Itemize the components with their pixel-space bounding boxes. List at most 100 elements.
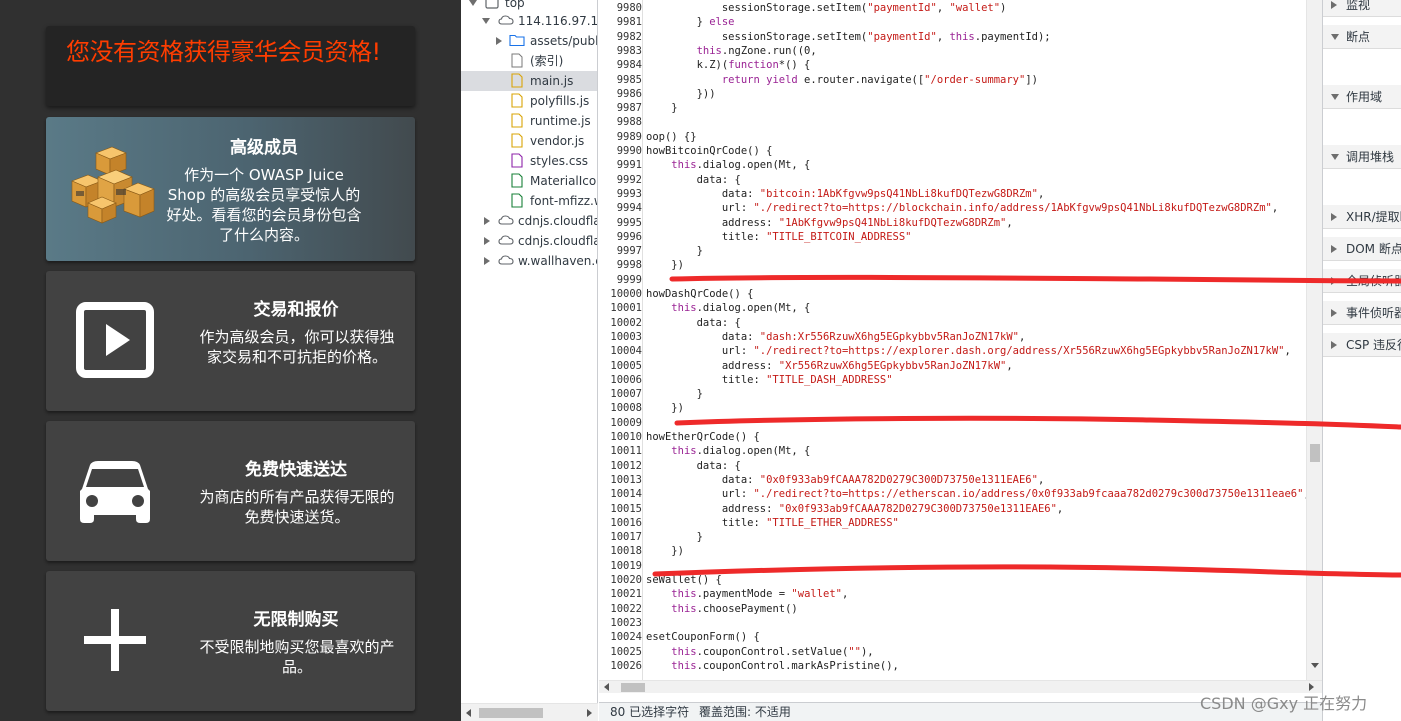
tree-item-origin[interactable]: cdnjs.cloudflare <box>461 231 597 251</box>
code-line[interactable]: this.dialog.open(Mt, { <box>646 158 810 172</box>
tree-item-folder[interactable]: assets/public <box>461 31 597 51</box>
code-line[interactable]: } <box>646 387 703 401</box>
line-number[interactable]: 10011 <box>599 444 642 458</box>
line-number[interactable]: 10023 <box>599 616 642 630</box>
pane-call-stack[interactable]: 调用堆栈 <box>1323 145 1401 169</box>
line-number[interactable]: 10022 <box>599 602 642 616</box>
line-number[interactable]: 9988 <box>599 115 642 129</box>
line-number[interactable]: 10008 <box>599 401 642 415</box>
scroll-left-arrow-icon[interactable] <box>466 709 471 717</box>
code-line[interactable]: }) <box>646 544 684 558</box>
pane-breakpoints[interactable]: 断点 <box>1323 25 1401 49</box>
line-number[interactable]: 10010 <box>599 430 642 444</box>
line-number[interactable]: 10019 <box>599 559 642 573</box>
code-line[interactable]: howBitcoinQrCode() { <box>646 144 772 158</box>
tree-item-file[interactable]: polyfills.js <box>461 91 597 111</box>
line-number[interactable]: 10013 <box>599 473 642 487</box>
line-number[interactable]: 10005 <box>599 359 642 373</box>
line-number[interactable]: 10015 <box>599 502 642 516</box>
expand-arrow-icon[interactable] <box>469 0 477 6</box>
expand-arrow-icon[interactable] <box>1331 0 1337 9</box>
line-number[interactable]: 9993 <box>599 187 642 201</box>
expand-arrow-icon[interactable] <box>484 216 490 225</box>
line-number[interactable]: 9996 <box>599 230 642 244</box>
line-number[interactable]: 10001 <box>599 301 642 315</box>
code-line[interactable]: return yield e.router.navigate(["/order-… <box>646 73 1038 87</box>
code-line[interactable]: })) <box>646 87 716 101</box>
code-line[interactable]: } <box>646 530 703 544</box>
code-line[interactable]: } <box>646 244 703 258</box>
line-number[interactable]: 9995 <box>599 216 642 230</box>
code-line[interactable]: howEtherQrCode() { <box>646 430 760 444</box>
expand-arrow-icon[interactable] <box>482 18 490 24</box>
line-number[interactable]: 9982 <box>599 30 642 44</box>
line-number[interactable]: 9999 <box>599 273 642 287</box>
code-line[interactable]: this.dialog.open(Mt, { <box>646 301 810 315</box>
line-number[interactable]: 10009 <box>599 416 642 430</box>
line-number[interactable]: 9994 <box>599 201 642 215</box>
code-line[interactable]: k.Z)(function*() { <box>646 58 811 72</box>
pane-global-listeners[interactable]: 全局侦听器 <box>1323 269 1401 293</box>
code-line[interactable]: address: "1AbKfgvw9psQ41NbLi8kufDQTezwG8… <box>646 216 1013 230</box>
line-number[interactable]: 10020 <box>599 573 642 587</box>
line-number[interactable]: 10000 <box>599 287 642 301</box>
pane-event-listener-breakpoints[interactable]: 事件侦听器断点 <box>1323 301 1401 325</box>
scrollbar-thumb[interactable] <box>1310 444 1320 462</box>
code-line[interactable]: address: "0x0f933ab9fCAAA782D0279C300D73… <box>646 502 1063 516</box>
code-line[interactable]: this.couponControl.setValue(""), <box>646 645 873 659</box>
expand-arrow-icon[interactable] <box>1331 212 1337 221</box>
tree-item-file[interactable]: runtime.js <box>461 111 597 131</box>
code-line[interactable]: }) <box>646 258 684 272</box>
code-line[interactable]: data: "0x0f933ab9fCAAA782D0279C300D73750… <box>646 473 1044 487</box>
code-line[interactable]: } else <box>646 15 735 29</box>
tree-item-file[interactable]: vendor.js <box>461 131 597 151</box>
line-number[interactable]: 9985 <box>599 73 642 87</box>
expand-arrow-icon[interactable] <box>1331 308 1337 317</box>
scroll-right-arrow-icon[interactable] <box>587 709 592 717</box>
line-number[interactable]: 10007 <box>599 387 642 401</box>
line-number[interactable]: 9989 <box>599 130 642 144</box>
line-number[interactable]: 9987 <box>599 101 642 115</box>
code-line[interactable]: url: "./redirect?to=https://etherscan.io… <box>646 487 1306 501</box>
tree-item-file[interactable]: styles.css <box>461 151 597 171</box>
tree-item-file-selected[interactable]: main.js <box>461 71 597 91</box>
expand-arrow-icon[interactable] <box>1331 244 1337 253</box>
code-line[interactable]: title: "TITLE_DASH_ADDRESS" <box>646 373 893 387</box>
line-number[interactable]: 10025 <box>599 645 642 659</box>
scrollbar-thumb[interactable] <box>621 683 645 692</box>
scroll-down-arrow-icon[interactable] <box>1311 663 1319 668</box>
code-line[interactable]: this.choosePayment() <box>646 602 797 616</box>
tree-horizontal-scrollbar[interactable] <box>461 703 598 721</box>
code-line[interactable]: url: "./redirect?to=https://blockchain.i… <box>646 201 1278 215</box>
code-line[interactable]: }) <box>646 401 684 415</box>
line-number[interactable]: 9986 <box>599 87 642 101</box>
code-line[interactable]: esetCouponForm() { <box>646 630 760 644</box>
code-line[interactable]: } <box>646 101 677 115</box>
pane-xhr-breakpoints[interactable]: XHR/提取断点 <box>1323 205 1401 229</box>
line-number[interactable]: 9997 <box>599 244 642 258</box>
line-number[interactable]: 10016 <box>599 516 642 530</box>
code-line[interactable]: data: { <box>646 173 741 187</box>
tree-item-origin[interactable]: 114.116.97.187 <box>461 11 597 31</box>
code-line[interactable]: seWallet() { <box>646 573 722 587</box>
tree-item-file[interactable]: (索引) <box>461 51 597 71</box>
code-line[interactable]: this.couponControl.markAsPristine(), <box>646 659 899 673</box>
code-line[interactable]: title: "TITLE_BITCOIN_ADDRESS" <box>646 230 912 244</box>
line-number[interactable]: 9991 <box>599 158 642 172</box>
pane-scope[interactable]: 作用域 <box>1323 85 1401 109</box>
code-line[interactable]: data: { <box>646 316 741 330</box>
pane-csp-violation-breakpoints[interactable]: CSP 违反行为断点 <box>1323 333 1401 357</box>
code-editor[interactable]: 9980 9981 9982 9983 9984 9985 9986 9987 9988 9989… <box>599 0 1306 680</box>
line-number[interactable]: 9998 <box>599 258 642 272</box>
code-line[interactable]: title: "TITLE_ETHER_ADDRESS" <box>646 516 899 530</box>
code-line[interactable]: oop() {} <box>646 130 697 144</box>
code-line[interactable]: sessionStorage.setItem("paymentId", "wal… <box>646 1 1007 15</box>
collapse-arrow-icon[interactable] <box>1331 154 1339 160</box>
code-line[interactable]: this.ngZone.run((0, <box>646 44 817 58</box>
line-number[interactable]: 10003 <box>599 330 642 344</box>
tree-item-file[interactable]: MaterialIcons <box>461 171 597 191</box>
line-number[interactable]: 10018 <box>599 544 642 558</box>
line-number[interactable]: 10014 <box>599 487 642 501</box>
line-number[interactable]: 10012 <box>599 459 642 473</box>
pane-watch[interactable]: 监视 <box>1323 0 1401 17</box>
